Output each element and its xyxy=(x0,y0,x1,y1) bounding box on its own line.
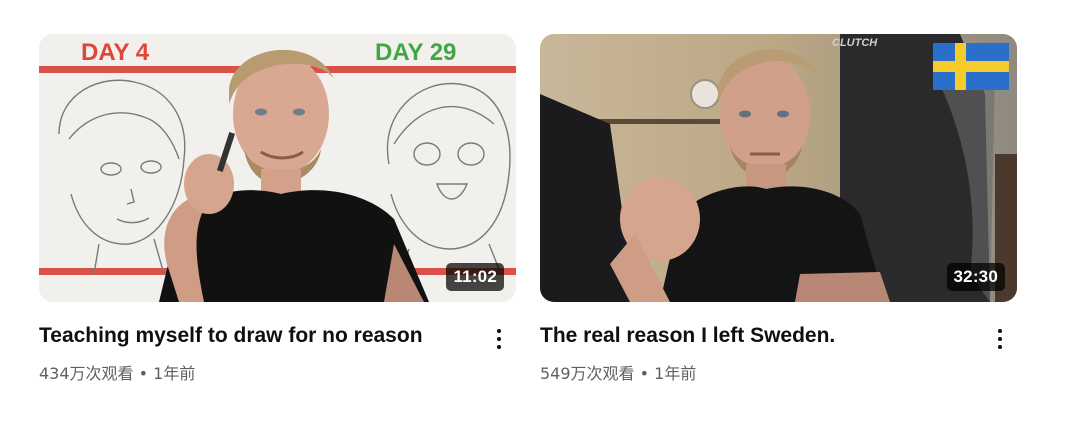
video-thumbnail[interactable]: DAY 4 DAY 29 11:02 xyxy=(39,34,516,302)
video-meta: Teaching myself to draw for no reason 43… xyxy=(39,322,516,384)
video-duration: 11:02 xyxy=(446,263,504,291)
video-title[interactable]: Teaching myself to draw for no reason xyxy=(39,322,423,350)
video-text: The real reason I left Sweden. 549万次观看 •… xyxy=(540,322,835,384)
video-card: CLUTCH 32:30 The real reason I left Swed… xyxy=(540,34,1017,384)
video-stats: 549万次观看 • 1年前 xyxy=(540,364,697,383)
sweden-flag-icon xyxy=(933,43,1009,90)
menu-dot xyxy=(998,329,1002,333)
video-grid: DAY 4 DAY 29 11:02 Teaching myself to dr… xyxy=(39,34,1017,384)
thumb-label-right: DAY 29 xyxy=(375,39,456,66)
video-duration: 32:30 xyxy=(946,263,1005,291)
more-options-icon[interactable] xyxy=(484,322,514,356)
thumbnail-image: DAY 4 DAY 29 xyxy=(39,34,516,302)
menu-dot xyxy=(497,337,501,341)
thumb-label-left: DAY 4 xyxy=(81,39,150,66)
video-meta: The real reason I left Sweden. 549万次观看 •… xyxy=(540,322,1017,384)
menu-dot xyxy=(998,337,1002,341)
menu-dot xyxy=(998,345,1002,349)
more-options-icon[interactable] xyxy=(985,322,1015,356)
video-text: Teaching myself to draw for no reason 43… xyxy=(39,322,423,384)
thumbnail-image: CLUTCH xyxy=(540,34,1017,302)
video-card: DAY 4 DAY 29 11:02 Teaching myself to dr… xyxy=(39,34,516,384)
menu-dot xyxy=(497,329,501,333)
video-thumbnail[interactable]: CLUTCH 32:30 xyxy=(540,34,1017,302)
chair-brand-label: CLUTCH xyxy=(832,37,878,49)
video-title[interactable]: The real reason I left Sweden. xyxy=(540,322,835,350)
menu-dot xyxy=(497,345,501,349)
video-stats: 434万次观看 • 1年前 xyxy=(39,364,196,383)
